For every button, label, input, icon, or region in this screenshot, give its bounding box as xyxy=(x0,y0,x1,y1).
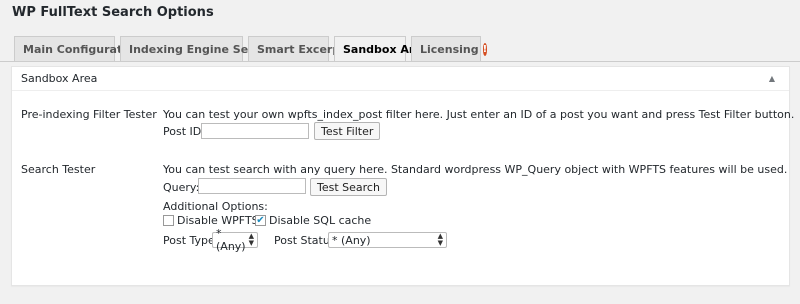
query-input[interactable] xyxy=(198,178,306,194)
triangle-up-icon[interactable]: ▲ xyxy=(764,71,780,87)
postbox-header[interactable]: Sandbox Area ▲ xyxy=(12,67,789,91)
updown-arrows-icon: ▲ ▼ xyxy=(248,232,254,247)
test-filter-button[interactable]: Test Filter xyxy=(314,122,381,140)
postbox-title: Sandbox Area xyxy=(21,72,98,85)
filter-tester-label: Pre-indexing Filter Tester xyxy=(21,108,157,121)
additional-options-label: Additional Options: xyxy=(163,200,268,213)
filter-tester-description: You can test your own wpfts_index_post f… xyxy=(163,108,795,121)
query-label: Query: xyxy=(163,181,200,194)
tabs-divider xyxy=(0,61,800,62)
post-type-label: Post Type: xyxy=(163,234,219,247)
post-type-value: * (Any) xyxy=(216,227,246,253)
tab-main-configuration[interactable]: Main Configuration xyxy=(14,36,141,61)
tab-smart-excerpts[interactable]: Smart Excerpts xyxy=(248,36,352,61)
updown-arrows-icon: ▲ ▼ xyxy=(437,232,443,247)
search-tester-label: Search Tester xyxy=(21,163,96,176)
search-tester-description: You can test search with any query here.… xyxy=(163,163,788,176)
post-id-label: Post ID: xyxy=(163,125,205,138)
tab-bar: Main Configuration Indexing Engine Setti… xyxy=(14,36,488,62)
page-title: WP FullText Search Options xyxy=(12,5,214,20)
tab-label: Licensing xyxy=(420,42,479,56)
tab-sandbox-area[interactable]: Sandbox Area xyxy=(334,36,429,62)
sandbox-postbox: Sandbox Area ▲ Pre-indexing Filter Teste… xyxy=(11,66,794,286)
disable-sql-cache-checkbox[interactable]: ✔ xyxy=(255,215,266,226)
post-type-select[interactable]: * (Any) ▲ ▼ xyxy=(212,227,258,253)
tab-licensing[interactable]: Licensing ! xyxy=(411,36,488,61)
test-search-button[interactable]: Test Search xyxy=(310,178,387,196)
alert-badge-icon: ! xyxy=(482,42,488,56)
post-status-select[interactable]: * (Any) ▲ ▼ xyxy=(328,232,447,248)
tab-indexing-engine-settings[interactable]: Indexing Engine Settings xyxy=(120,36,285,61)
checkmark-icon: ✔ xyxy=(256,214,265,226)
disable-wpfts-label: Disable WPFTS xyxy=(177,214,259,227)
post-status-value: * (Any) xyxy=(332,233,371,247)
disable-wpfts-checkbox[interactable] xyxy=(163,215,174,226)
disable-sql-cache-label: Disable SQL cache xyxy=(269,214,372,227)
post-id-input[interactable] xyxy=(201,123,309,139)
